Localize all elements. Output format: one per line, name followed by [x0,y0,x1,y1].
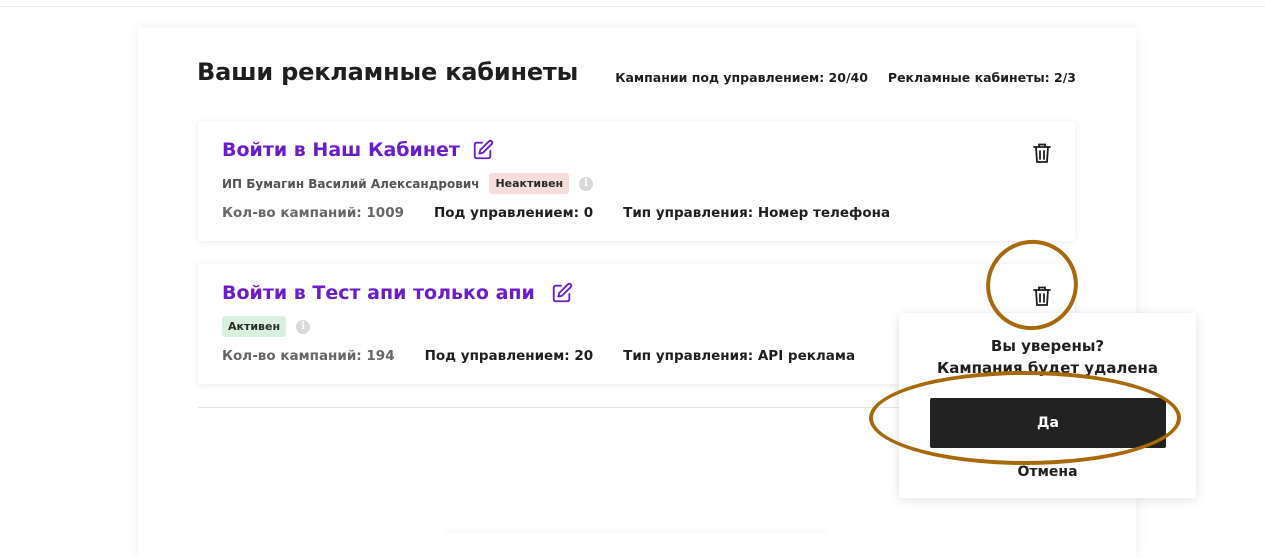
cabinet-title-row: Войти в Наш Кабинет [222,139,494,161]
confirm-yes-button[interactable]: Да [930,398,1166,448]
campaign-count: Кол-во кампаний: 194 [222,348,395,364]
cabinet-stats: Кол-во кампаний: 1009 Под управлением: 0… [222,205,890,221]
cabinet-meta: Активен i [222,316,311,337]
confirm-text: Вы уверены? Кампания будет удалена [899,335,1196,379]
cabinets-limit: Рекламные кабинеты: 2/3 [887,70,1076,85]
cabinet-title-row: Войти в Тест апи только апи [222,282,573,304]
delete-confirm-popover: Вы уверены? Кампания будет удалена Да От… [899,313,1196,498]
cabinet-login-link[interactable]: Войти в Наш Кабинет [222,139,460,161]
cabinet-stats: Кол-во кампаний: 194 Под управлением: 20… [222,348,855,364]
bottom-element-edge [446,534,826,538]
status-badge: Неактивен [489,173,570,194]
trash-icon[interactable] [1032,142,1052,164]
under-management: Под управлением: 20 [424,348,594,364]
status-badge: Активен [222,316,287,337]
cabinet-meta: ИП Бумагин Василий Александрович Неактив… [222,173,594,194]
trash-icon[interactable] [1032,285,1052,307]
owner-name: ИП Бумагин Василий Александрович [222,176,480,191]
top-bar [0,0,1265,7]
limits-summary: Кампании под управлением: 20/40 Рекламны… [615,70,1076,85]
confirm-message: Кампания будет удалена [937,359,1158,377]
campaigns-limit: Кампании под управлением: 20/40 [615,70,868,85]
cabinet-card: Войти в Наш Кабинет ИП Бумагин Василий А… [198,121,1075,241]
management-type: Тип управления: API реклама [623,348,856,364]
management-type: Тип управления: Номер телефона [623,205,891,221]
under-management: Под управлением: 0 [433,205,594,221]
edit-icon[interactable] [472,139,494,161]
info-icon[interactable]: i [296,319,311,334]
campaign-count: Кол-во кампаний: 1009 [222,205,404,221]
info-icon[interactable]: i [579,176,594,191]
confirm-question: Вы уверены? [990,337,1105,355]
edit-icon[interactable] [551,282,573,304]
cabinet-login-link[interactable]: Войти в Тест апи только апи [222,282,535,304]
confirm-cancel-button[interactable]: Отмена [899,464,1196,480]
page-title: Ваши рекламные кабинеты [197,58,579,86]
